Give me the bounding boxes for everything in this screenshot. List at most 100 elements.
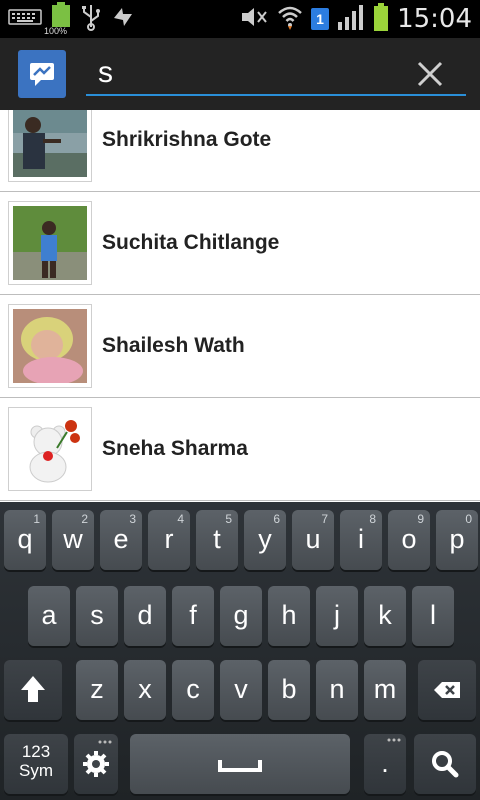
key-label: w [63,524,83,554]
key-v[interactable]: v [220,660,262,720]
mute-icon [239,5,269,34]
key-label: y [258,524,272,554]
key-n[interactable]: n [316,660,358,720]
key-label: a [41,600,57,630]
key-label: q [17,524,33,554]
key-d[interactable]: d [124,586,166,646]
key-p[interactable]: 0p [436,510,478,570]
key-r[interactable]: 4r [148,510,190,570]
wifi-icon [277,4,303,35]
shift-arrow-icon [21,676,45,702]
key-u[interactable]: 7u [292,510,334,570]
close-icon [417,61,443,87]
space-icon [218,760,262,772]
key-l[interactable]: l [412,586,454,646]
key-label: t [213,524,221,554]
signal-icon [337,4,365,35]
key-label: i [358,524,364,554]
key-q[interactable]: 1q [4,510,46,570]
key-e[interactable]: 3e [100,510,142,570]
key-label: . [381,748,389,778]
key-label: d [137,600,153,630]
key-label: f [189,600,197,630]
messenger-app-icon[interactable] [18,50,66,98]
search-input[interactable] [86,52,466,96]
key-z[interactable]: z [76,660,118,720]
contact-name: Sneha Sharma [102,437,248,460]
avatar [8,110,92,182]
avatar [8,407,92,491]
key-s[interactable]: s [76,586,118,646]
backspace-key[interactable] [418,660,476,720]
clear-search-button[interactable] [410,54,450,94]
status-bar-right: 1 15:04 [239,2,472,36]
key-label: x [138,674,152,704]
key-h[interactable]: h [268,586,310,646]
key-g[interactable]: g [220,586,262,646]
list-item[interactable]: Suchita Chitlange [0,193,480,295]
period-key[interactable]: . [364,734,406,794]
contact-name: Suchita Chitlange [102,231,280,254]
battery-percent-label: 100% [44,26,68,36]
list-item[interactable]: Sneha Sharma [0,399,480,501]
sim-icon: 1 [311,8,330,30]
key-k[interactable]: k [364,586,406,646]
status-bar: 100% 1 15:04 [0,0,480,38]
key-label: 123 Sym [4,742,68,780]
key-i[interactable]: 8i [340,510,382,570]
key-label: h [281,600,297,630]
key-label: k [378,600,392,630]
key-label: p [449,524,465,554]
list-item[interactable]: Shailesh Wath [0,296,480,398]
key-label: c [186,674,200,704]
settings-key[interactable] [74,734,118,794]
search-key[interactable] [414,734,476,794]
avatar [8,304,92,388]
messenger-icon [30,63,54,86]
soft-keyboard: 1q 2w 3e 4r 5t 6y 7u 8i 9o 0p a s d f g … [0,502,480,800]
clock: 15:04 [397,4,472,34]
key-label: v [234,674,248,704]
avatar [8,201,92,285]
symbols-line2: Sym [19,761,53,780]
key-a[interactable]: a [28,586,70,646]
symbols-mode-key[interactable]: 123 Sym [4,734,68,794]
key-y[interactable]: 6y [244,510,286,570]
key-label: b [281,674,297,704]
key-j[interactable]: j [316,586,358,646]
keyboard-icon [8,7,42,32]
key-label: e [113,524,129,554]
key-o[interactable]: 9o [388,510,430,570]
key-label: s [90,600,104,630]
gear-icon [83,740,112,777]
contact-name: Shailesh Wath [102,334,245,357]
sync-icon [110,4,136,35]
battery-full-icon [373,2,389,36]
space-key[interactable] [130,734,350,794]
search-icon [432,751,459,778]
key-label: m [373,674,397,704]
key-label: z [90,674,104,704]
key-label: j [334,600,340,630]
key-c[interactable]: c [172,660,214,720]
status-bar-left [8,1,136,35]
key-f[interactable]: f [172,586,214,646]
key-label: g [233,600,249,630]
contact-list: Shrikrishna Gote Suchita Chitlange Shail… [0,110,480,502]
key-m[interactable]: m [364,660,406,720]
symbols-line1: 123 [21,742,51,761]
key-t[interactable]: 5t [196,510,238,570]
key-x[interactable]: x [124,660,166,720]
shift-key[interactable] [4,660,62,720]
key-label: o [401,524,417,554]
key-w[interactable]: 2w [52,510,94,570]
key-label: l [430,600,436,630]
key-b[interactable]: b [268,660,310,720]
list-item[interactable]: Shrikrishna Gote [0,110,480,192]
key-label: n [329,674,345,704]
key-label: u [305,524,321,554]
key-label: r [164,524,174,554]
more-dots-icon [387,738,401,742]
contact-name: Shrikrishna Gote [102,128,272,151]
action-bar [0,38,480,110]
